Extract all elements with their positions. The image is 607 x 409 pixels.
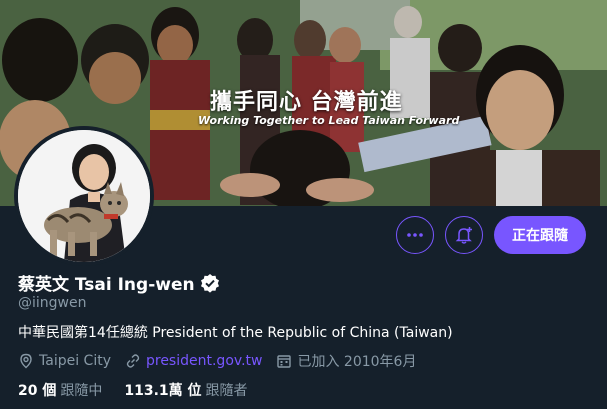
profile-website[interactable]: president.gov.tw bbox=[125, 353, 262, 369]
more-icon bbox=[407, 233, 423, 237]
avatar[interactable] bbox=[14, 126, 154, 266]
following-button[interactable]: 正在跟隨 bbox=[494, 216, 586, 254]
website-link[interactable]: president.gov.tw bbox=[146, 353, 262, 369]
followers-count: 113.1萬 位 bbox=[124, 383, 202, 399]
verified-badge-icon bbox=[200, 273, 220, 293]
profile-meta: Taipei City president.gov.tw 已加入 2010年6月 bbox=[18, 351, 430, 371]
followers-stat[interactable]: 113.1萬 位 跟隨者 bbox=[124, 380, 247, 400]
banner-slogan-english: Working Together to Lead Taiwan Forward bbox=[198, 114, 460, 127]
link-icon bbox=[126, 354, 140, 368]
profile-joined: 已加入 2010年6月 bbox=[276, 351, 416, 371]
following-label: 跟隨中 bbox=[60, 383, 103, 399]
profile-location: Taipei City bbox=[18, 353, 111, 369]
notifications-button[interactable] bbox=[445, 216, 483, 254]
following-count: 20 個 bbox=[18, 383, 57, 399]
followers-label: 跟隨者 bbox=[205, 383, 248, 399]
banner-slogan: 攜手同心 台灣前進 bbox=[210, 90, 403, 115]
joined-text: 已加入 2010年6月 bbox=[297, 354, 417, 370]
profile-stats: 20 個 跟隨中 113.1萬 位 跟隨者 bbox=[18, 380, 270, 400]
location-text: Taipei City bbox=[39, 353, 111, 369]
avatar-photo bbox=[18, 130, 150, 262]
notification-add-icon bbox=[455, 227, 472, 244]
profile-name: 蔡英文 Tsai Ing-wen bbox=[18, 275, 195, 295]
more-options-button[interactable] bbox=[396, 216, 434, 254]
location-icon bbox=[20, 353, 32, 369]
profile-handle: @iingwen bbox=[18, 295, 87, 311]
following-stat[interactable]: 20 個 跟隨中 bbox=[18, 380, 102, 400]
calendar-icon bbox=[277, 355, 292, 368]
profile-name-row: 蔡英文 Tsai Ing-wen bbox=[18, 270, 220, 295]
profile-bio: 中華民國第14任總統 President of the Republic of … bbox=[18, 325, 453, 341]
